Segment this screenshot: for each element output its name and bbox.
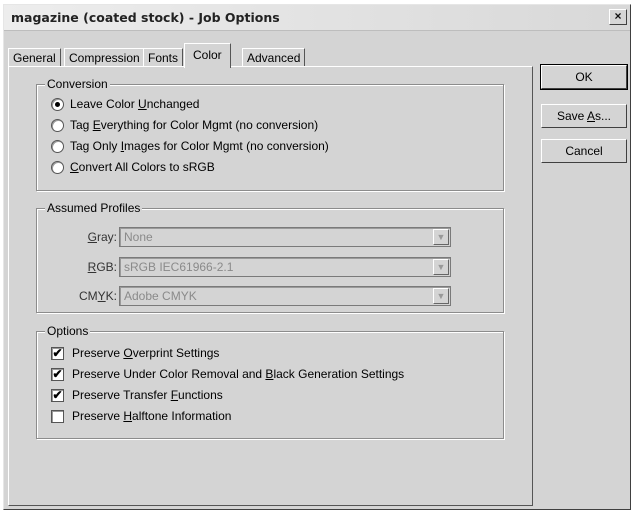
- window-title: magazine (coated stock) - Job Options: [11, 10, 280, 25]
- tab-color[interactable]: Color: [184, 43, 231, 68]
- radio-tag-only-images[interactable]: Tag Only Images for Color Mgmt (no conve…: [51, 137, 329, 155]
- tab-compression[interactable]: Compression: [64, 48, 145, 67]
- conversion-group-title: Conversion: [45, 77, 110, 91]
- color-tab-panel: Conversion Leave Color Unchanged Tag Eve…: [8, 66, 533, 506]
- check-icon: ✔: [51, 345, 64, 360]
- assumed-profiles-group-title: Assumed Profiles: [45, 201, 143, 215]
- cmyk-profile-value: Adobe CMYK: [124, 289, 197, 303]
- options-group: Options ✔ Preserve Overprint Settings ✔ …: [36, 324, 504, 439]
- radio-indicator: [51, 118, 64, 132]
- rgb-profile-value: sRGB IEC61966-2.1: [124, 260, 234, 274]
- radio-convert-to-srgb[interactable]: Convert All Colors to sRGB: [51, 158, 215, 176]
- conversion-group: Conversion Leave Color Unchanged Tag Eve…: [36, 77, 504, 191]
- checkbox-label: Preserve Under Color Removal and Black G…: [72, 367, 405, 381]
- options-group-title: Options: [45, 324, 91, 338]
- checkbox-preserve-ucr-bg[interactable]: ✔ Preserve Under Color Removal and Black…: [51, 365, 404, 383]
- cmyk-profile-label: CMYK:: [78, 289, 117, 303]
- chevron-down-icon[interactable]: ▼: [433, 259, 449, 275]
- assumed-profiles-group: Assumed Profiles Gray: None ▼ RGB: sRGB …: [36, 201, 504, 313]
- radio-leave-color-unchanged[interactable]: Leave Color Unchanged: [51, 95, 199, 113]
- radio-label: Tag Only Images for Color Mgmt (no conve…: [70, 139, 329, 153]
- radio-indicator: [51, 139, 64, 153]
- tab-fonts[interactable]: Fonts: [143, 48, 184, 67]
- radio-tag-everything[interactable]: Tag Everything for Color Mgmt (no conver…: [51, 116, 318, 134]
- checkbox-preserve-transfer[interactable]: ✔ Preserve Transfer Functions: [51, 386, 223, 404]
- chevron-down-icon[interactable]: ▼: [433, 229, 449, 245]
- check-icon: ✔: [51, 387, 64, 402]
- checkbox-label: Preserve Overprint Settings: [72, 346, 220, 360]
- radio-label: Tag Everything for Color Mgmt (no conver…: [70, 118, 319, 132]
- check-icon: ✔: [51, 366, 64, 381]
- cmyk-profile-select[interactable]: Adobe CMYK ▼: [119, 286, 451, 306]
- save-as-button[interactable]: Save As...: [541, 104, 627, 128]
- ok-button[interactable]: OK: [540, 64, 628, 90]
- gray-profile-select[interactable]: None ▼: [119, 227, 451, 247]
- rgb-profile-label: RGB:: [87, 260, 117, 274]
- tab-general[interactable]: General: [8, 48, 61, 67]
- radio-indicator: [51, 97, 64, 111]
- title-bar: magazine (coated stock) - Job Options ×: [4, 5, 630, 31]
- radio-label: Leave Color Unchanged: [70, 97, 200, 111]
- checkbox-preserve-halftone[interactable]: Preserve Halftone Information: [51, 407, 231, 425]
- checkbox-preserve-overprint[interactable]: ✔ Preserve Overprint Settings: [51, 344, 219, 362]
- close-button[interactable]: ×: [609, 9, 627, 25]
- gray-profile-label: Gray:: [87, 230, 117, 244]
- cancel-button[interactable]: Cancel: [541, 139, 627, 163]
- chevron-down-icon[interactable]: ▼: [433, 288, 449, 304]
- job-options-dialog: magazine (coated stock) - Job Options × …: [3, 4, 631, 510]
- rgb-profile-select[interactable]: sRGB IEC61966-2.1 ▼: [119, 257, 451, 277]
- checkbox-label: Preserve Halftone Information: [72, 409, 232, 423]
- tab-advanced[interactable]: Advanced: [242, 48, 306, 67]
- gray-profile-value: None: [124, 230, 153, 244]
- checkbox-box: [51, 409, 64, 423]
- checkbox-label: Preserve Transfer Functions: [72, 388, 223, 402]
- radio-label: Convert All Colors to sRGB: [70, 160, 215, 174]
- radio-indicator: [51, 160, 64, 174]
